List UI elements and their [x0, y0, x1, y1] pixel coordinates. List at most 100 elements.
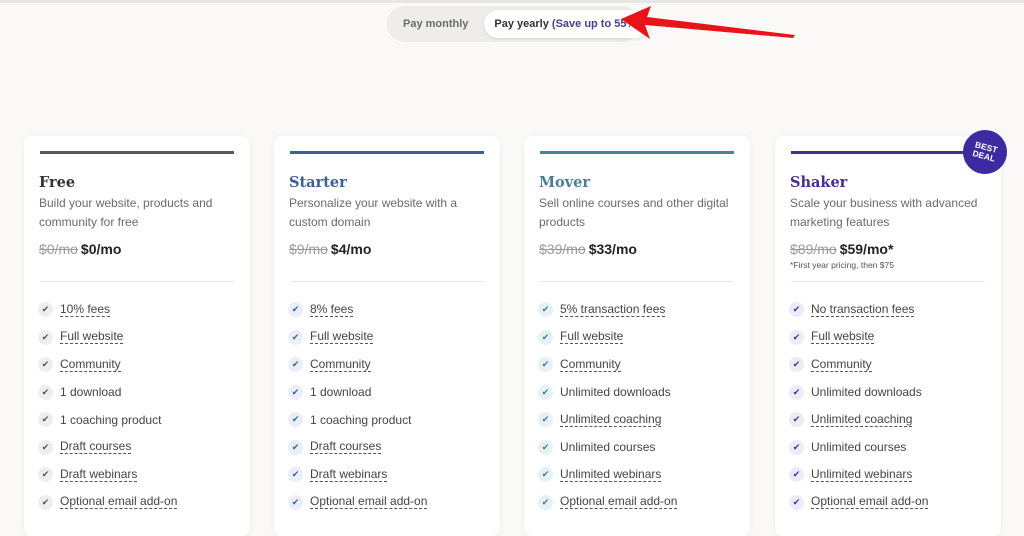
arrow-shape	[621, 6, 795, 39]
feature-item: ✔ 8% fees	[288, 296, 427, 324]
feature-item: ✔ 10% fees	[38, 296, 177, 324]
original-price: $89/mo	[790, 241, 837, 257]
feature-label: 1 coaching product	[310, 412, 412, 427]
feature-item: ✔ Full website	[288, 324, 427, 352]
plan-accent-bar	[40, 151, 234, 154]
plan-price: $39/mo $33/mo	[539, 241, 637, 257]
feature-item: ✔ Unlimited webinars	[789, 461, 928, 489]
feature-item: ✔ 5% transaction fees	[538, 296, 677, 324]
feature-label: Unlimited downloads	[811, 385, 922, 400]
feature-label[interactable]: Optional email add-on	[811, 495, 929, 510]
feature-list: ✔ 8% fees ✔ Full website ✔ Community ✔ 1 downlo…	[288, 296, 428, 517]
plan-description: Sell online courses and other digital pr…	[539, 196, 729, 229]
feature-item: ✔ Unlimited webinars	[538, 461, 677, 489]
feature-item: ✔ Full website	[789, 324, 928, 352]
feature-label: Unlimited courses	[811, 440, 907, 455]
check-icon: ✔	[38, 384, 53, 400]
feature-label[interactable]: Full website	[811, 330, 875, 345]
check-icon: ✔	[288, 494, 303, 510]
check-icon: ✔	[288, 439, 303, 455]
feature-label[interactable]: Optional email add-on	[560, 495, 678, 510]
feature-label[interactable]: Community	[560, 357, 621, 372]
original-price: $9/mo	[289, 241, 328, 257]
plan-name: Shaker	[790, 174, 848, 191]
feature-label[interactable]: Full website	[310, 330, 374, 345]
feature-label[interactable]: Draft webinars	[310, 467, 388, 482]
plan-card-mover: Mover Sell online courses and other digit…	[524, 136, 750, 536]
feature-item: ✔ 1 coaching product	[288, 406, 427, 434]
feature-label[interactable]: Draft courses	[60, 440, 132, 455]
feature-label[interactable]: Optional email add-on	[310, 495, 428, 510]
feature-label[interactable]: Full website	[560, 330, 624, 345]
feature-label: Unlimited courses	[560, 440, 656, 455]
feature-label[interactable]: Unlimited coaching	[560, 412, 662, 427]
check-icon: ✔	[538, 467, 553, 483]
check-icon: ✔	[38, 357, 53, 373]
feature-item: ✔ Community	[38, 351, 177, 379]
check-icon: ✔	[789, 357, 804, 373]
check-icon: ✔	[538, 384, 553, 400]
pricing-note: *First year pricing, then $75	[790, 260, 894, 270]
feature-item: ✔ Draft courses	[288, 434, 427, 462]
feature-item: ✔ 1 download	[38, 379, 177, 407]
billing-toggle[interactable]: Pay monthly Pay yearly (Save up to 55%)	[387, 6, 650, 42]
feature-label[interactable]: Unlimited coaching	[811, 412, 913, 427]
feature-item: ✔ Unlimited coaching	[789, 406, 928, 434]
feature-item: ✔ Draft webinars	[288, 461, 427, 489]
check-icon: ✔	[288, 412, 303, 428]
feature-label: Unlimited downloads	[560, 385, 671, 400]
feature-item: ✔ Community	[538, 351, 677, 379]
plan-price: $0/mo $0/mo	[39, 241, 121, 257]
feature-label[interactable]: Community	[310, 357, 371, 372]
feature-list: ✔ No transaction fees ✔ Full website ✔ Commun…	[789, 296, 929, 517]
check-icon: ✔	[789, 384, 804, 400]
feature-item: ✔ Draft courses	[38, 434, 177, 462]
check-icon: ✔	[288, 384, 303, 400]
check-icon: ✔	[288, 329, 303, 345]
feature-label[interactable]: No transaction fees	[811, 302, 915, 317]
feature-label[interactable]: Draft webinars	[60, 467, 138, 482]
plan-price: $9/mo $4/mo	[289, 241, 371, 257]
pay-yearly-label: Pay yearly	[494, 18, 549, 30]
feature-label[interactable]: Community	[811, 357, 872, 372]
feature-list: ✔ 5% transaction fees ✔ Full website ✔ Commun…	[538, 296, 678, 516]
feature-label[interactable]: Optional email add-on	[60, 495, 178, 510]
plan-accent-bar	[791, 151, 985, 154]
feature-label: 1 download	[60, 385, 122, 400]
feature-label[interactable]: Full website	[60, 330, 124, 345]
pay-monthly-option[interactable]: Pay monthly	[391, 10, 480, 38]
feature-item: ✔ Draft webinars	[38, 461, 177, 489]
plan-card-shaker: Shaker Scale your business with advanced …	[775, 136, 1001, 536]
feature-item: ✔ No transaction fees	[789, 296, 928, 324]
check-icon: ✔	[789, 329, 804, 345]
plan-name: Mover	[539, 174, 591, 191]
feature-item: ✔ Optional email add-on	[789, 489, 929, 517]
feature-item: ✔ Full website	[538, 324, 677, 352]
feature-item: ✔ Optional email add-on	[288, 489, 428, 517]
feature-label[interactable]: Community	[60, 357, 121, 372]
feature-item: ✔ Optional email add-on	[38, 489, 178, 517]
feature-label[interactable]: 5% transaction fees	[560, 302, 666, 317]
feature-item: ✔ Community	[789, 351, 928, 379]
check-icon: ✔	[288, 467, 303, 483]
discounted-price: $59/mo*	[839, 241, 894, 257]
feature-label[interactable]: Unlimited webinars	[560, 467, 662, 482]
feature-label: 1 download	[310, 385, 372, 400]
feature-item: ✔ Unlimited coaching	[538, 406, 677, 434]
feature-item: ✔ 1 download	[288, 379, 427, 407]
discounted-price: $4/mo	[330, 241, 372, 257]
check-icon: ✔	[288, 302, 303, 318]
check-icon: ✔	[538, 302, 553, 318]
feature-label[interactable]: 10% fees	[60, 302, 111, 317]
feature-item: ✔ Unlimited courses	[538, 434, 677, 462]
feature-label[interactable]: Unlimited webinars	[811, 467, 913, 482]
feature-item: ✔ Full website	[38, 324, 177, 352]
plan-accent-bar	[540, 151, 734, 154]
divider	[540, 281, 734, 282]
check-icon: ✔	[538, 357, 553, 373]
feature-item: ✔ Unlimited courses	[789, 434, 928, 462]
feature-label[interactable]: Draft courses	[310, 440, 382, 455]
top-border	[0, 0, 1024, 3]
feature-label[interactable]: 8% fees	[310, 302, 354, 317]
plan-card-starter: Starter Personalize your website with a c…	[274, 136, 500, 536]
